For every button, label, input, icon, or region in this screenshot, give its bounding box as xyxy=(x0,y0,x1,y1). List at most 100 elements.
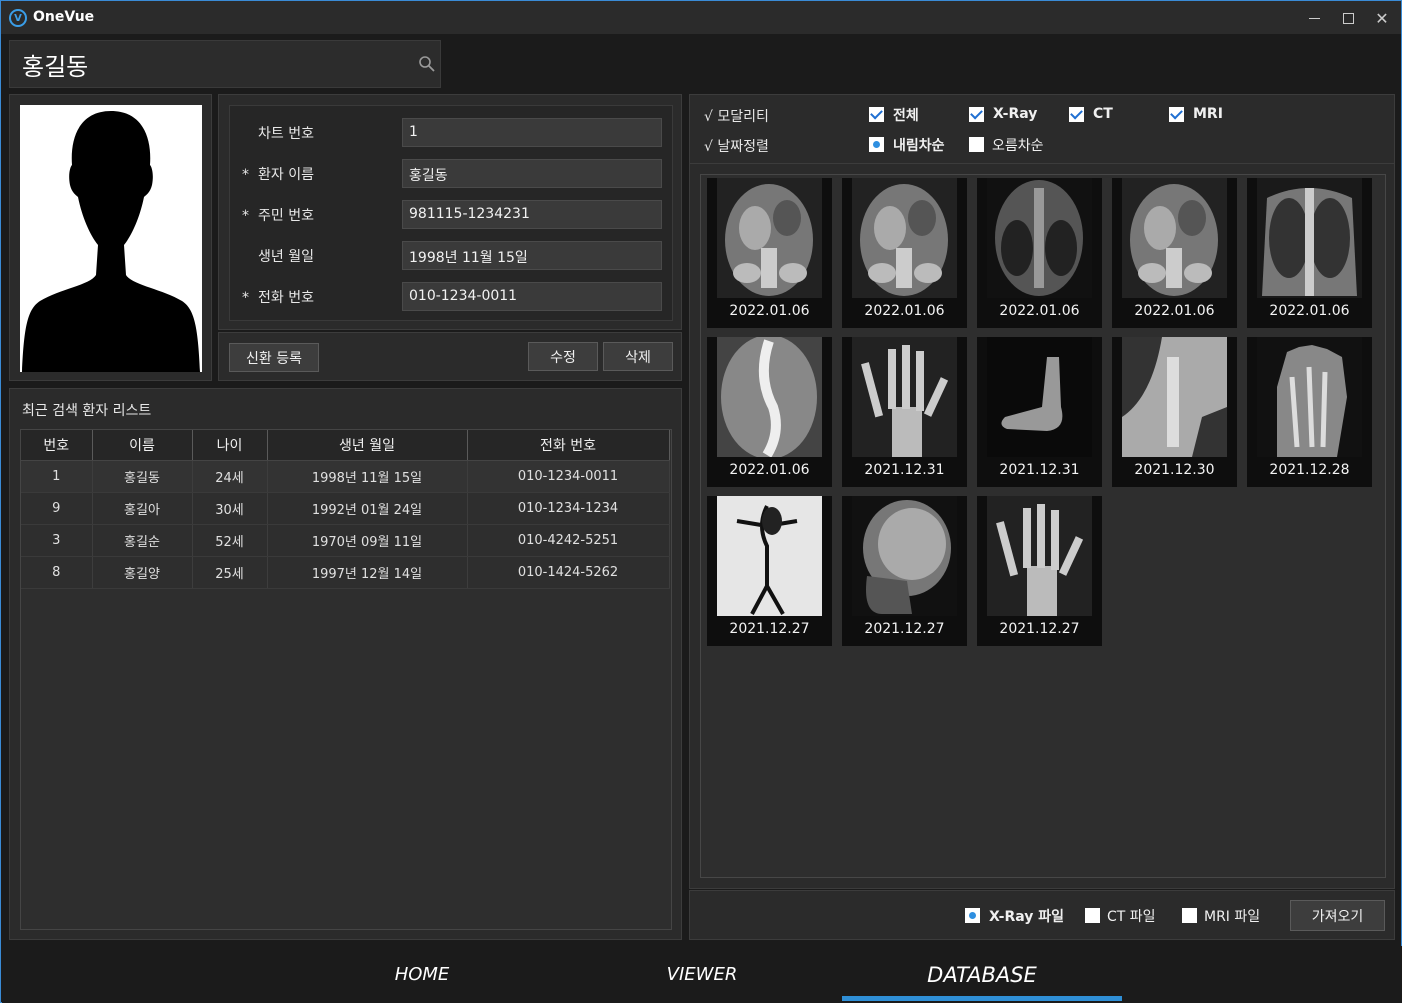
cell-number: 9 xyxy=(21,492,93,525)
tab-viewer[interactable]: VIEWER xyxy=(562,946,842,1003)
resident-number-field[interactable]: 981115-1234231 xyxy=(402,200,662,229)
modality-all-checkbox[interactable] xyxy=(869,107,884,122)
import-xray-radio[interactable] xyxy=(965,908,980,923)
filter-panel: √ 모달리티 √ 날짜정렬 전체 X-Ray CT MRI 내림차순 오름차순 xyxy=(689,94,1395,164)
birth-date-field[interactable]: 1998년 11월 15일 xyxy=(402,241,662,270)
study-thumbnail[interactable]: 2021.12.28 xyxy=(1247,337,1372,487)
edit-button[interactable]: 수정 xyxy=(528,342,598,371)
import-mri-radio[interactable] xyxy=(1182,908,1197,923)
app-logo-icon: V xyxy=(9,9,27,27)
modality-mri-checkbox[interactable] xyxy=(1169,107,1184,122)
table-row[interactable]: 3 홍길순 52세 1970년 09월 11일 010-4242-5251 xyxy=(21,524,670,557)
sort-asc-radio[interactable] xyxy=(969,137,984,152)
patient-name-label: 환자 이름 xyxy=(258,167,314,183)
cell-number: 1 xyxy=(21,460,93,493)
study-thumbnail[interactable]: 2022.01.06 xyxy=(1247,178,1372,328)
app-window: V OneVue ✕ 차트 번호 1 * 환자 이름 홍길동 xyxy=(0,0,1402,1003)
radiograph-image xyxy=(717,496,822,616)
date-sort-label: √ 날짜정렬 xyxy=(704,139,769,155)
study-date: 2021.12.27 xyxy=(729,621,810,637)
study-thumbnail[interactable]: 2021.12.27 xyxy=(977,496,1102,646)
cell-age: 52세 xyxy=(192,524,268,557)
cell-age: 30세 xyxy=(192,492,268,525)
patient-search-input[interactable] xyxy=(22,47,402,81)
active-tab-indicator xyxy=(842,996,1122,1001)
modality-xray-label[interactable]: X-Ray xyxy=(993,106,1037,122)
chart-number-field[interactable]: 1 xyxy=(402,118,662,147)
column-header-birth-date[interactable]: 생년 월일 xyxy=(267,430,468,461)
cell-name: 홍길아 xyxy=(92,492,193,525)
modality-ct-label[interactable]: CT xyxy=(1093,106,1113,122)
image-gallery: 2022.01.06 2022.01.06 2022.01.06 2022.01.06… xyxy=(700,174,1386,878)
patient-photo xyxy=(20,105,202,372)
resident-number-label: 주민 번호 xyxy=(258,208,314,224)
import-xray-label[interactable]: X-Ray 파일 xyxy=(989,906,1064,926)
cell-birth-date: 1992년 01월 24일 xyxy=(267,492,468,525)
cell-name: 홍길양 xyxy=(92,556,193,589)
study-thumbnail[interactable]: 2021.12.27 xyxy=(707,496,832,646)
chart-number-label: 차트 번호 xyxy=(258,126,314,142)
tab-database[interactable]: DATABASE xyxy=(842,946,1122,1003)
title-bar: V OneVue ✕ xyxy=(1,1,1401,34)
study-date: 2021.12.31 xyxy=(864,462,945,478)
study-thumbnail[interactable]: 2022.01.06 xyxy=(977,178,1102,328)
recent-list-title: 최근 검색 환자 리스트 xyxy=(22,403,152,419)
table-row[interactable]: 1 홍길동 24세 1998년 11월 15일 010-1234-0011 xyxy=(21,460,670,493)
cell-birth-date: 1997년 12월 14일 xyxy=(267,556,468,589)
cell-age: 25세 xyxy=(192,556,268,589)
cell-phone: 010-4242-5251 xyxy=(467,524,670,557)
modality-xray-checkbox[interactable] xyxy=(969,107,984,122)
recent-patient-panel: 최근 검색 환자 리스트 번호 이름 나이 생년 월일 전화 번호 1 홍길동 … xyxy=(9,388,682,940)
phone-field[interactable]: 010-1234-0011 xyxy=(402,282,662,311)
study-date: 2021.12.27 xyxy=(999,621,1080,637)
import-button[interactable]: 가져오기 xyxy=(1290,900,1385,931)
sort-desc-radio[interactable] xyxy=(869,137,884,152)
form-row-resident-number: * 주민 번호 981115-1234231 xyxy=(230,200,674,230)
table-row[interactable]: 8 홍길양 25세 1997년 12월 14일 010-1424-5262 xyxy=(21,556,670,589)
modality-mri-label[interactable]: MRI xyxy=(1193,106,1223,122)
radiograph-image xyxy=(987,337,1092,457)
import-ct-label[interactable]: CT 파일 xyxy=(1107,906,1156,926)
import-ct-radio[interactable] xyxy=(1085,908,1100,923)
new-patient-button[interactable]: 신환 등록 xyxy=(229,343,319,372)
app-title: OneVue xyxy=(33,9,95,25)
study-date: 2022.01.06 xyxy=(1269,303,1350,319)
study-thumbnail[interactable]: 2021.12.31 xyxy=(842,337,967,487)
maximize-icon xyxy=(1342,12,1354,24)
study-thumbnail[interactable]: 2022.01.06 xyxy=(707,337,832,487)
study-thumbnail[interactable]: 2022.01.06 xyxy=(707,178,832,328)
radiograph-image xyxy=(717,337,822,457)
column-header-number[interactable]: 번호 xyxy=(21,430,93,461)
image-gallery-panel: 2022.01.06 2022.01.06 2022.01.06 2022.01.06… xyxy=(689,164,1395,889)
sort-asc-label[interactable]: 오름차순 xyxy=(992,135,1044,155)
modality-filter-label: √ 모달리티 xyxy=(704,109,769,125)
bottom-navigation: HOME VIEWER DATABASE xyxy=(2,946,1402,1003)
maximize-button[interactable] xyxy=(1333,5,1363,31)
patient-name-field[interactable]: 홍길동 xyxy=(402,159,662,188)
sort-desc-label[interactable]: 내림차순 xyxy=(893,135,945,155)
study-thumbnail[interactable]: 2021.12.30 xyxy=(1112,337,1237,487)
column-header-phone[interactable]: 전화 번호 xyxy=(467,430,670,461)
study-thumbnail[interactable]: 2021.12.31 xyxy=(977,337,1102,487)
study-thumbnail[interactable]: 2021.12.27 xyxy=(842,496,967,646)
cell-phone: 010-1234-0011 xyxy=(467,460,670,493)
patient-search-box xyxy=(9,40,441,88)
form-row-chart-number: 차트 번호 1 xyxy=(230,118,674,148)
import-mri-label[interactable]: MRI 파일 xyxy=(1204,906,1260,926)
study-thumbnail[interactable]: 2022.01.06 xyxy=(842,178,967,328)
cell-age: 24세 xyxy=(192,460,268,493)
tab-home[interactable]: HOME xyxy=(282,946,562,1003)
modality-ct-checkbox[interactable] xyxy=(1069,107,1084,122)
cell-name: 홍길순 xyxy=(92,524,193,557)
modality-all-label[interactable]: 전체 xyxy=(893,105,919,125)
cell-birth-date: 1998년 11월 15일 xyxy=(267,460,468,493)
column-header-name[interactable]: 이름 xyxy=(92,430,193,461)
close-button[interactable]: ✕ xyxy=(1367,5,1397,31)
study-thumbnail[interactable]: 2022.01.06 xyxy=(1112,178,1237,328)
minimize-button[interactable] xyxy=(1299,5,1329,31)
column-header-age[interactable]: 나이 xyxy=(192,430,268,461)
radiograph-image xyxy=(1122,178,1227,298)
table-row[interactable]: 9 홍길아 30세 1992년 01월 24일 010-1234-1234 xyxy=(21,492,670,525)
search-icon[interactable] xyxy=(418,55,436,73)
delete-button[interactable]: 삭제 xyxy=(603,342,673,371)
